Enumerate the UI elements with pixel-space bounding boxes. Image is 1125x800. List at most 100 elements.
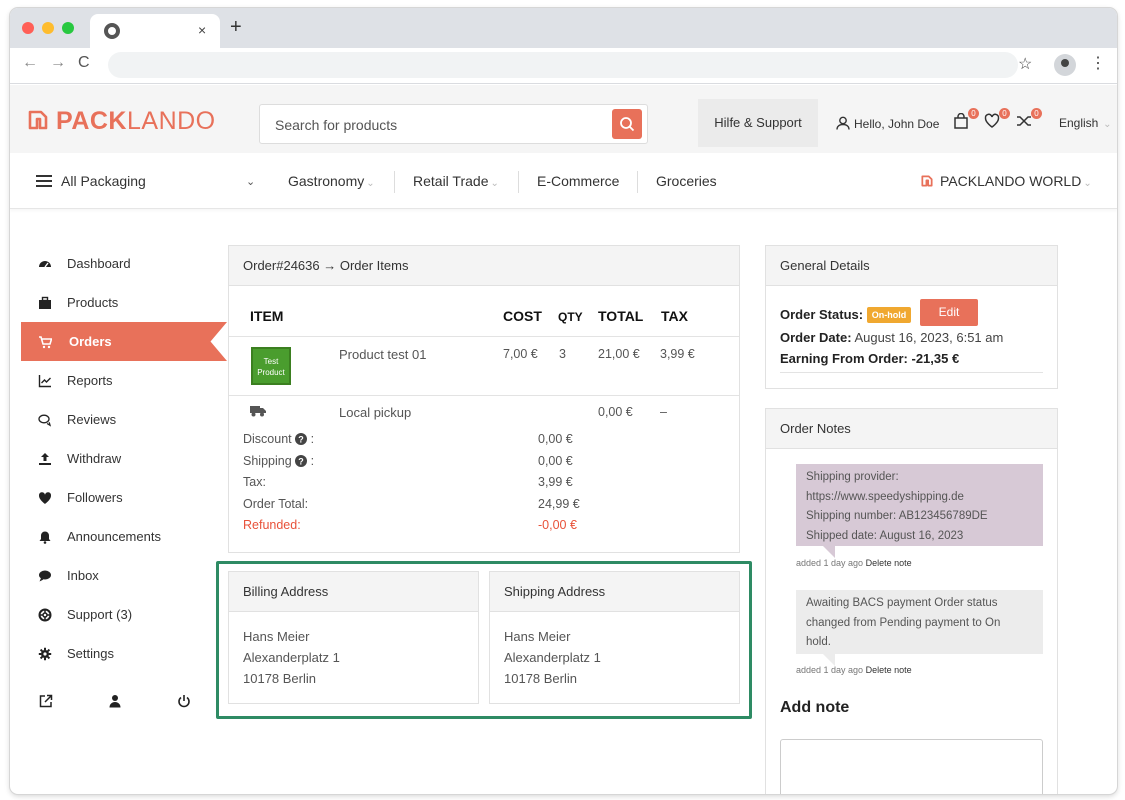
order-items-panel: Order#24636 → Order Items ITEM COST QTY …	[228, 245, 740, 553]
sidebar-item-reviews[interactable]: Reviews	[21, 400, 211, 439]
sidebar-item-settings[interactable]: Settings	[21, 634, 211, 673]
nav-gastronomy-label: Gastronomy	[288, 173, 365, 189]
general-details-title: General Details	[766, 246, 1057, 286]
url-input[interactable]	[108, 52, 1018, 78]
help-icon[interactable]: ?	[295, 455, 308, 467]
help-support-button[interactable]: Hilfe & Support	[698, 99, 818, 147]
sidebar-item-orders[interactable]: Orders	[21, 322, 227, 361]
shipping-method-name: Local pickup	[339, 405, 412, 420]
chevron-down-icon[interactable]: ⌄	[246, 175, 255, 188]
discount-label-text: Discount	[243, 432, 292, 446]
order-notes-panel: Order Notes Shipping provider: https://w…	[765, 408, 1058, 794]
sidebar-item-announcements[interactable]: Announcements	[21, 517, 211, 556]
cart-icon	[39, 336, 52, 349]
note-line: Shipped date: August 16, 2023	[806, 529, 964, 542]
reload-icon[interactable]: C	[78, 54, 90, 72]
sidebar-item-label: Reports	[67, 373, 113, 388]
billing-address-body: Hans Meier Alexanderplatz 1 10178 Berlin	[229, 612, 478, 703]
site-header: PACKLANDO Search for products Hilfe & Su…	[10, 85, 1117, 153]
sidebar-item-reports[interactable]: Reports	[21, 361, 211, 400]
sidebar-item-inbox[interactable]: Inbox	[21, 556, 211, 595]
wishlist-button[interactable]: 0	[984, 108, 1010, 133]
tab-close-icon[interactable]: ×	[198, 22, 206, 38]
sidebar-item-withdraw[interactable]: Withdraw	[21, 439, 211, 478]
packlando-world-label: PACKLANDO WORLD	[940, 173, 1082, 189]
product-total: 21,00 €	[598, 347, 640, 361]
search-icon	[620, 117, 635, 132]
browser-window: × + ← → C ☆ ⋮ PACKLANDO Search for produ…	[10, 8, 1117, 794]
help-icon[interactable]: ?	[295, 433, 308, 445]
power-logout-icon[interactable]	[177, 694, 191, 708]
refunded-label: Refunded:	[243, 518, 301, 532]
svg-text:?: ?	[298, 435, 304, 445]
table-divider	[229, 395, 739, 396]
dashboard-sidebar: Dashboard Products Orders Reports Review…	[21, 244, 227, 673]
sidebar-footer	[21, 692, 191, 716]
billing-city: 10178 Berlin	[243, 671, 316, 686]
briefcase-icon	[39, 296, 51, 309]
sidebar-item-support[interactable]: Support (3)	[21, 595, 211, 634]
back-arrow-icon[interactable]: ←	[22, 54, 38, 72]
external-link-icon[interactable]	[39, 694, 53, 708]
truck-icon	[250, 406, 266, 417]
note-meta: added 1 day ago Delete note	[796, 558, 912, 568]
sidebar-item-dashboard[interactable]: Dashboard	[21, 244, 211, 283]
search-button[interactable]	[612, 109, 642, 139]
browser-tab[interactable]: ×	[90, 14, 220, 48]
delete-note-link[interactable]: Delete note	[866, 558, 912, 568]
product-name[interactable]: Product test 01	[339, 347, 426, 362]
account-link[interactable]: Hello, John Doe	[836, 116, 939, 131]
user-profile-icon[interactable]	[108, 694, 122, 708]
language-selector[interactable]: English ⌄	[1059, 116, 1112, 130]
dashboard-icon	[39, 261, 51, 268]
search-input[interactable]: Search for products	[275, 117, 397, 133]
edit-status-button[interactable]: Edit	[920, 299, 978, 326]
minimize-window-button[interactable]	[42, 22, 54, 34]
browser-tabbar: × +	[10, 8, 1117, 48]
hamburger-menu-icon[interactable]	[36, 175, 52, 187]
discount-value: 0,00 €	[538, 432, 573, 446]
shipping-label-text: Shipping	[243, 454, 292, 468]
note-meta: added 1 day ago Delete note	[796, 665, 912, 675]
nav-gastronomy[interactable]: Gastronomy ⌄	[288, 173, 375, 189]
status-badge: On-hold	[866, 307, 912, 323]
compare-button[interactable]: 0	[1016, 108, 1042, 133]
new-tab-button[interactable]: +	[230, 16, 242, 39]
sidebar-item-label: Announcements	[67, 529, 161, 544]
shipping-label: Shipping ? :	[243, 454, 315, 468]
nav-e-commerce[interactable]: E-Commerce	[537, 173, 619, 189]
nav-groceries[interactable]: Groceries	[656, 173, 717, 189]
packlando-logo[interactable]: PACKLANDO	[26, 107, 216, 136]
add-note-textarea[interactable]	[780, 739, 1043, 794]
address-bar: ← → C ☆ ⋮	[10, 48, 1117, 84]
profile-avatar[interactable]	[1054, 54, 1076, 76]
bell-icon	[39, 531, 51, 544]
nav-retail-trade[interactable]: Retail Trade ⌄	[413, 173, 499, 189]
sidebar-item-label: Withdraw	[67, 451, 122, 466]
sidebar-item-products[interactable]: Products	[21, 283, 211, 322]
chevron-down-icon: ⌄	[366, 178, 375, 189]
billing-street: Alexanderplatz 1	[243, 650, 340, 665]
browser-menu-icon[interactable]: ⋮	[1090, 53, 1106, 73]
sidebar-item-followers[interactable]: Followers	[21, 478, 211, 517]
close-window-button[interactable]	[22, 22, 34, 34]
product-tax: 3,99 €	[660, 347, 695, 361]
sidebar-item-label: Settings	[67, 646, 114, 661]
all-packaging-link[interactable]: All Packaging	[61, 173, 146, 189]
note-meta-time: added 1 day ago	[796, 558, 864, 568]
nav-divider	[637, 171, 638, 193]
product-thumbnail[interactable]: Test Product	[251, 347, 291, 385]
shipping-value: 0,00 €	[538, 454, 573, 468]
shipping-city: 10178 Berlin	[504, 671, 577, 686]
cart-button[interactable]: 0	[953, 108, 979, 133]
column-header-qty: QTY	[558, 310, 583, 324]
nav-retail-trade-label: Retail Trade	[413, 173, 489, 189]
product-qty: 3	[559, 347, 566, 361]
delete-note-link[interactable]: Delete note	[866, 665, 912, 675]
bookmark-star-icon[interactable]: ☆	[1018, 54, 1032, 74]
packlando-world-link[interactable]: PACKLANDO WORLD ⌄	[920, 173, 1092, 189]
shipping-street: Alexanderplatz 1	[504, 650, 601, 665]
maximize-window-button[interactable]	[62, 22, 74, 34]
discount-label: Discount ? :	[243, 432, 315, 446]
forward-arrow-icon[interactable]: →	[50, 54, 66, 72]
